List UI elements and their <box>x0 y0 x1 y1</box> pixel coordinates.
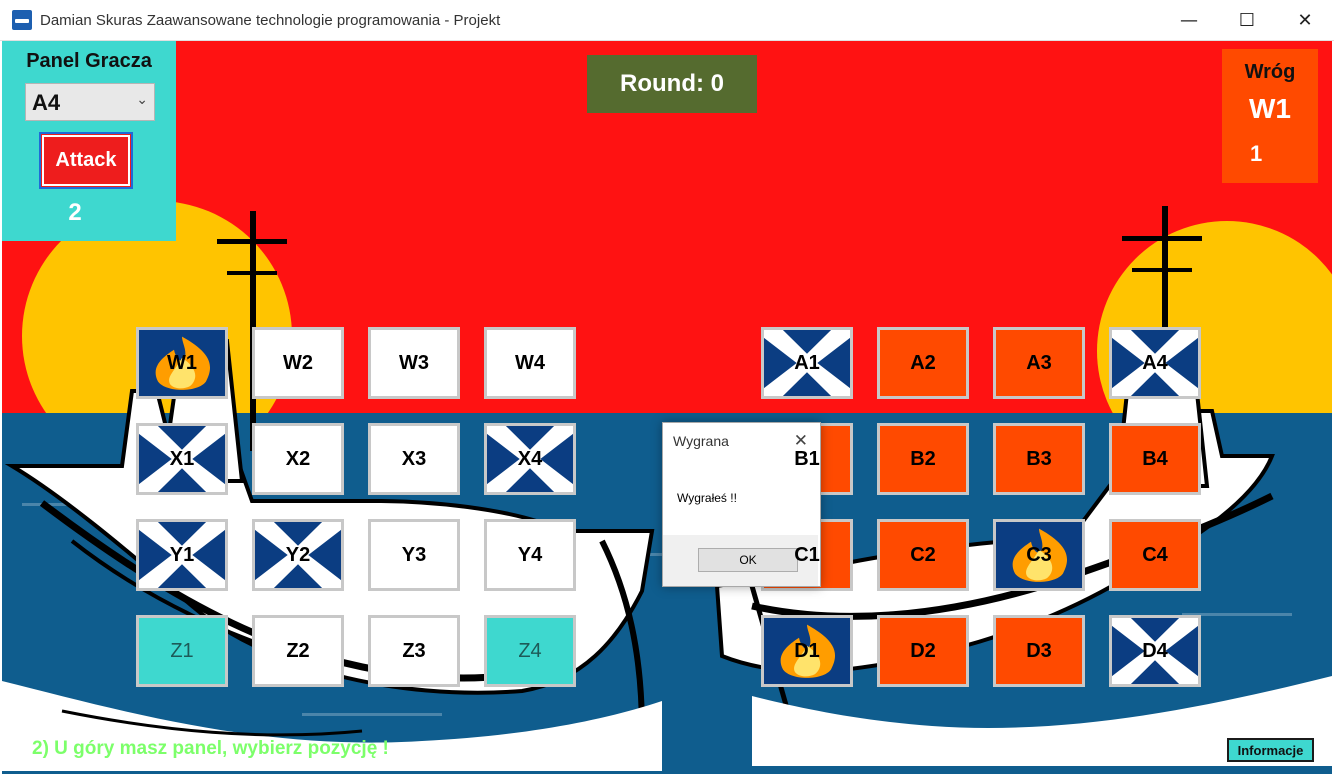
player-cell-y3[interactable]: Y3 <box>368 519 460 591</box>
position-select-value: A4 <box>32 90 61 115</box>
enemy-cell-b3[interactable]: B3 <box>993 423 1085 495</box>
player-cell-label: X1 <box>169 447 195 470</box>
enemy-cell-label: A3 <box>1026 351 1052 374</box>
enemy-cell-label: D1 <box>794 639 820 662</box>
hint-text: 2) U góry masz panel, wybierz pozycję ! <box>32 738 389 759</box>
player-cell-w4[interactable]: W4 <box>484 327 576 399</box>
close-button[interactable]: ✕ <box>1276 0 1334 40</box>
minimize-button[interactable]: — <box>1160 0 1218 40</box>
player-cell-w1[interactable]: W1 <box>136 327 228 399</box>
enemy-cell-label: D4 <box>1142 639 1168 662</box>
player-cell-label: W1 <box>167 351 197 374</box>
enemy-panel: Wróg W1 1 <box>1222 49 1318 183</box>
left-ship-illustration <box>2 211 662 771</box>
enemy-cell-a4[interactable]: A4 <box>1109 327 1201 399</box>
player-cell-x2[interactable]: X2 <box>252 423 344 495</box>
window-title: Damian Skuras Zaawansowane technologie p… <box>40 11 501 29</box>
player-cell-label: W3 <box>399 351 429 374</box>
enemy-remaining-count: 1 <box>1250 141 1263 166</box>
enemy-last-target: W1 <box>1249 93 1291 124</box>
player-cell-z4[interactable]: Z4 <box>484 615 576 687</box>
enemy-cell-a1[interactable]: A1 <box>761 327 853 399</box>
title-bar: Damian Skuras Zaawansowane technologie p… <box>0 0 1334 41</box>
player-cell-w2[interactable]: W2 <box>252 327 344 399</box>
enemy-cell-label: B4 <box>1142 447 1168 470</box>
player-cell-x4[interactable]: X4 <box>484 423 576 495</box>
dialog-title: Wygrana <box>673 433 729 449</box>
enemy-cell-label: B2 <box>910 447 936 470</box>
attack-button[interactable]: Attack <box>39 132 133 189</box>
dialog-ok-button[interactable]: OK <box>698 548 798 572</box>
chevron-down-icon: ⌄ <box>136 92 148 108</box>
enemy-panel-title: Wróg <box>1244 61 1296 83</box>
enemy-cell-label: D2 <box>910 639 936 662</box>
enemy-cell-c3[interactable]: C3 <box>993 519 1085 591</box>
player-cell-label: Y2 <box>285 543 311 566</box>
enemy-cell-d1[interactable]: D1 <box>761 615 853 687</box>
player-cell-label: X2 <box>285 447 311 470</box>
player-cell-w3[interactable]: W3 <box>368 327 460 399</box>
enemy-cell-d2[interactable]: D2 <box>877 615 969 687</box>
player-cell-label: Z2 <box>286 639 310 662</box>
enemy-cell-a3[interactable]: A3 <box>993 327 1085 399</box>
player-cell-label: W2 <box>283 351 313 374</box>
enemy-cell-label: A2 <box>910 351 936 374</box>
player-panel-title: Panel Gracza <box>26 50 152 72</box>
enemy-cell-b2[interactable]: B2 <box>877 423 969 495</box>
player-cell-label: Y1 <box>169 543 195 566</box>
player-cell-label: W4 <box>515 351 545 374</box>
ship-app-icon <box>12 10 32 30</box>
enemy-cell-label: A4 <box>1142 351 1168 374</box>
position-select[interactable]: A4 ⌄ <box>25 83 155 121</box>
enemy-cell-c2[interactable]: C2 <box>877 519 969 591</box>
player-cell-y2[interactable]: Y2 <box>252 519 344 591</box>
player-cell-z1[interactable]: Z1 <box>136 615 228 687</box>
enemy-cell-d3[interactable]: D3 <box>993 615 1085 687</box>
info-button[interactable]: Informacje <box>1227 738 1314 762</box>
game-board: Panel Gracza A4 ⌄ Attack 2 Round: 0 Wróg… <box>2 41 1332 774</box>
enemy-cell-d4[interactable]: D4 <box>1109 615 1201 687</box>
enemy-cell-c4[interactable]: C4 <box>1109 519 1201 591</box>
player-cell-x1[interactable]: X1 <box>136 423 228 495</box>
player-cell-z3[interactable]: Z3 <box>368 615 460 687</box>
player-cell-z2[interactable]: Z2 <box>252 615 344 687</box>
player-cell-label: Y4 <box>517 543 543 566</box>
player-cell-y1[interactable]: Y1 <box>136 519 228 591</box>
dialog-message: Wygrałeś !! <box>677 491 737 505</box>
player-cell-label: X3 <box>401 447 427 470</box>
enemy-cell-label: C3 <box>1026 543 1052 566</box>
window-controls: — ☐ ✕ <box>1160 0 1334 40</box>
player-cell-label: Z1 <box>170 639 194 662</box>
enemy-cell-label: C1 <box>794 543 820 566</box>
player-cell-label: Z3 <box>402 639 426 662</box>
player-cell-label: X4 <box>517 447 543 470</box>
player-remaining-count: 2 <box>68 199 82 226</box>
player-panel: Panel Gracza A4 ⌄ Attack 2 <box>2 41 176 241</box>
enemy-cell-label: C2 <box>910 543 936 566</box>
enemy-cell-label: C4 <box>1142 543 1168 566</box>
enemy-cell-a2[interactable]: A2 <box>877 327 969 399</box>
player-cell-y4[interactable]: Y4 <box>484 519 576 591</box>
player-cell-label: Z4 <box>518 639 542 662</box>
round-indicator: Round: 0 <box>587 55 757 113</box>
player-cell-x3[interactable]: X3 <box>368 423 460 495</box>
maximize-button[interactable]: ☐ <box>1218 0 1276 40</box>
enemy-cell-b4[interactable]: B4 <box>1109 423 1201 495</box>
enemy-cell-label: A1 <box>794 351 820 374</box>
enemy-cell-label: B1 <box>794 447 820 470</box>
enemy-cell-label: B3 <box>1026 447 1052 470</box>
enemy-cell-label: D3 <box>1026 639 1052 662</box>
player-cell-label: Y3 <box>401 543 427 566</box>
